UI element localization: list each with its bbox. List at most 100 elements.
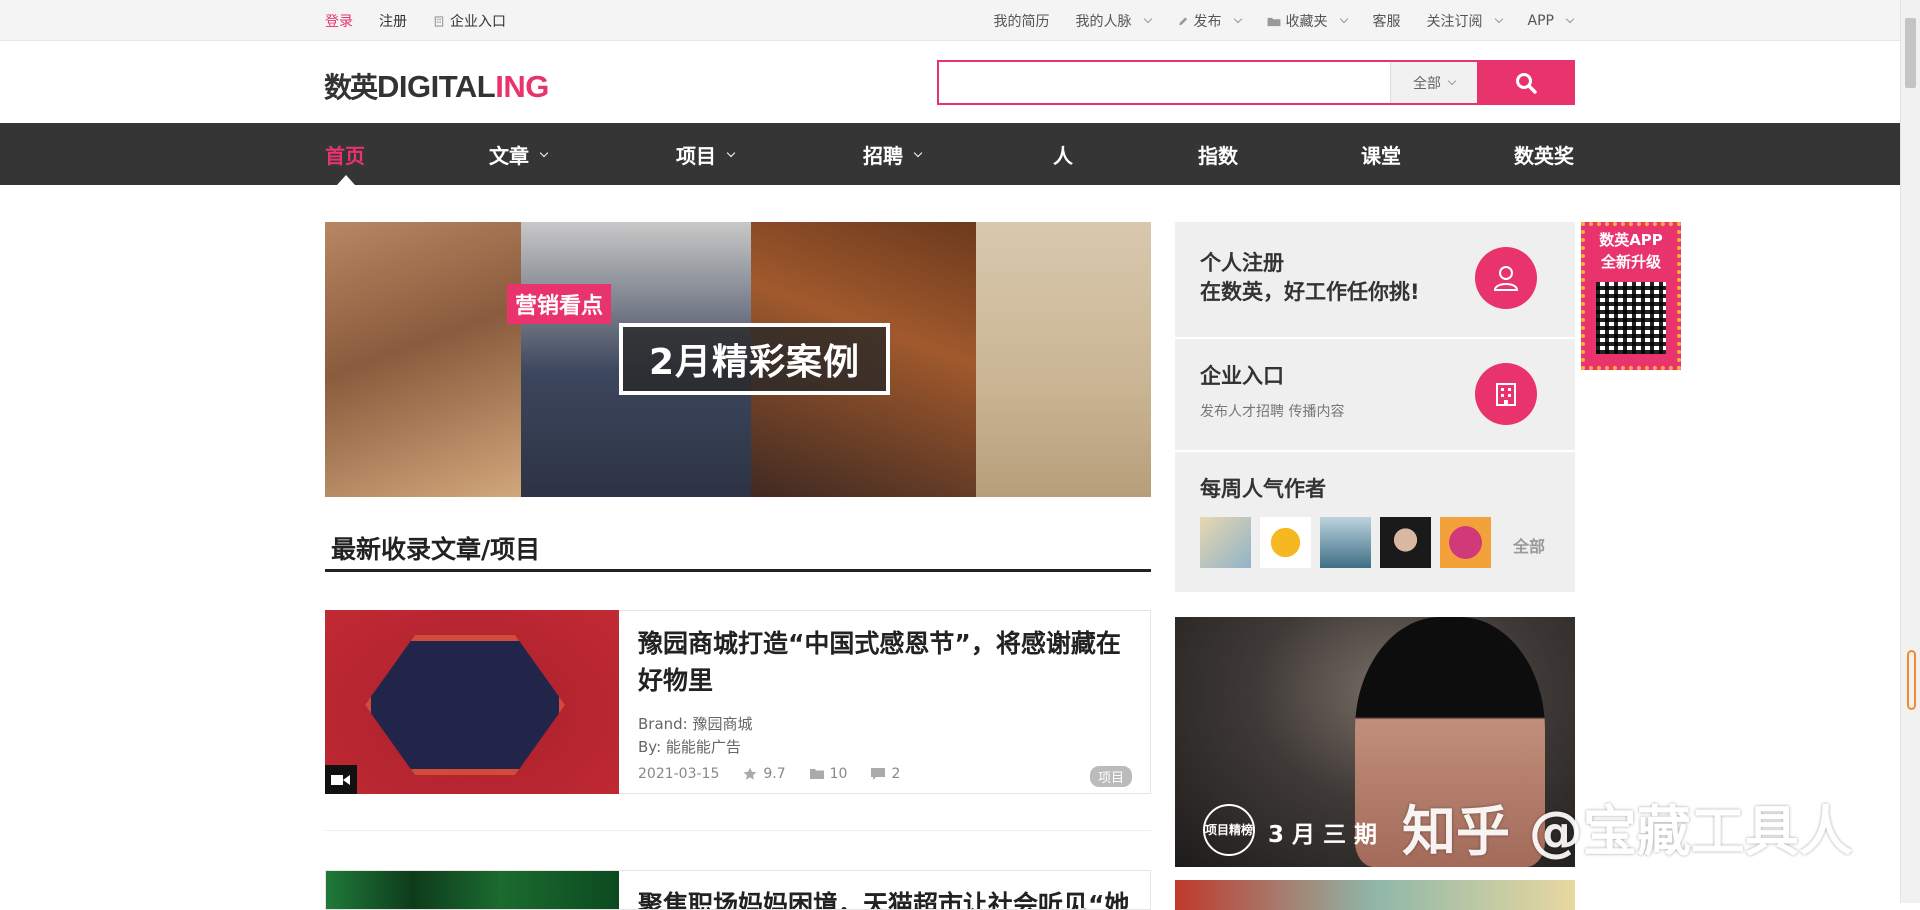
popular-authors-title: 每周人气作者 xyxy=(1200,477,1326,501)
video-icon xyxy=(325,765,357,794)
scrollbar-thumb[interactable] xyxy=(1905,18,1916,88)
building-icon xyxy=(1475,363,1537,425)
favorites-menu[interactable]: 收藏夹 xyxy=(1267,11,1348,31)
article-thumbnail[interactable] xyxy=(326,871,619,909)
article-card[interactable]: 豫园商城打造“中国式感恩节”，将感谢藏在好物里 Brand: 豫园商城 By: … xyxy=(325,610,1151,794)
subscribe-menu[interactable]: 关注订阅 xyxy=(1427,11,1503,31)
active-nav-pointer xyxy=(337,175,355,185)
personal-register-subtitle: 在数英，好工作任你挑! xyxy=(1200,280,1420,304)
app-menu[interactable]: APP xyxy=(1527,11,1575,31)
article-title[interactable]: 豫园商城打造“中国式感恩节”，将感谢藏在好物里 xyxy=(638,625,1128,699)
chevron-down-icon xyxy=(1233,14,1242,24)
qr-code xyxy=(1596,282,1666,354)
page-scrollbar[interactable] xyxy=(1900,0,1920,903)
avatar[interactable] xyxy=(1440,517,1491,568)
avatar[interactable] xyxy=(1200,517,1251,568)
chevron-down-icon xyxy=(1565,14,1575,24)
favorites-label: 收藏夹 xyxy=(1285,14,1328,30)
nav-courses[interactable]: 课堂 xyxy=(1361,140,1401,169)
app-qr-widget[interactable]: 数英APP 全新升级 xyxy=(1581,222,1681,370)
article-title[interactable]: 聚焦职场妈妈困境，天猫超市让社会听见“她 xyxy=(638,885,1129,909)
search-bar: 全部 xyxy=(937,60,1575,105)
nav-projects[interactable]: 项目 xyxy=(676,140,736,169)
article-date: 2021-03-15 xyxy=(638,766,720,782)
enterprise-link-label: 企业入口 xyxy=(450,14,506,30)
nav-awards[interactable]: 数英奖 xyxy=(1514,140,1574,169)
article-comments-value: 2 xyxy=(891,766,901,782)
chevron-down-icon xyxy=(1339,14,1348,24)
qr-line-1: 数英APP xyxy=(1599,231,1663,249)
enterprise-entry-box[interactable]: 企业入口 发布人才招聘 传播内容 xyxy=(1175,339,1575,450)
chevron-down-icon xyxy=(1143,14,1152,24)
all-authors-link[interactable]: 全部 xyxy=(1513,533,1545,557)
pencil-icon xyxy=(1178,16,1187,25)
user-icon xyxy=(1475,247,1537,309)
nav-articles-label: 文章 xyxy=(489,144,529,168)
site-logo[interactable]: 数英DIGITALING xyxy=(324,66,549,106)
author-avatars xyxy=(1200,517,1491,568)
nav-jobs-label: 招聘 xyxy=(863,144,903,168)
customer-service-link[interactable]: 客服 xyxy=(1373,11,1401,31)
promo-badge: 项目精榜 xyxy=(1203,804,1255,856)
chevron-down-icon xyxy=(539,148,549,157)
avatar[interactable] xyxy=(1320,517,1371,568)
article-score-value: 9.7 xyxy=(763,766,786,782)
search-scope-label: 全部 xyxy=(1413,75,1441,92)
folder-icon xyxy=(1267,17,1280,26)
nav-articles[interactable]: 文章 xyxy=(489,140,549,169)
personal-register-box[interactable]: 个人注册 在数英，好工作任你挑! xyxy=(1175,222,1575,337)
chevron-down-icon xyxy=(913,148,923,157)
star-icon xyxy=(743,767,757,780)
hero-banner[interactable]: 营销看点 2月精彩案例 xyxy=(325,222,1151,497)
nav-projects-label: 项目 xyxy=(676,144,716,168)
chevron-down-icon xyxy=(1447,76,1457,85)
watermark: 知乎 @宝藏工具人 xyxy=(1402,800,1853,863)
popular-authors-box: 每周人气作者 全部 xyxy=(1175,452,1575,592)
article-thumbnail[interactable] xyxy=(325,610,619,794)
article-brand: Brand: 豫园商城 xyxy=(638,715,753,733)
nav-home[interactable]: 首页 xyxy=(325,140,365,169)
nav-jobs[interactable]: 招聘 xyxy=(863,140,923,169)
thumbnail-graphic xyxy=(365,635,565,775)
enterprise-entry-subtitle: 发布人才招聘 传播内容 xyxy=(1200,404,1345,420)
nav-people[interactable]: 人 xyxy=(1053,140,1073,169)
avatar[interactable] xyxy=(1380,517,1431,568)
my-resume-link[interactable]: 我的简历 xyxy=(994,11,1050,31)
search-scope-select[interactable]: 全部 xyxy=(1390,62,1477,103)
section-heading: 最新收录文章/项目 xyxy=(325,530,1151,572)
site-header: 数英DIGITALING 全部 xyxy=(0,41,1900,123)
banner-title: 2月精彩案例 xyxy=(619,323,890,395)
banner-panel xyxy=(976,222,1151,497)
chevron-down-icon xyxy=(726,148,736,157)
register-link[interactable]: 注册 xyxy=(379,11,407,31)
search-button[interactable] xyxy=(1477,60,1575,105)
logo-en-b: ING xyxy=(495,69,549,104)
article-comments: 2 xyxy=(871,766,900,782)
divider xyxy=(325,830,1151,831)
enterprise-link[interactable]: 企业入口 xyxy=(433,11,506,31)
personal-register-title: 个人注册 xyxy=(1200,251,1284,275)
nav-index[interactable]: 指数 xyxy=(1198,140,1238,169)
my-contacts-label: 我的人脉 xyxy=(1075,14,1132,30)
publish-menu[interactable]: 发布 xyxy=(1177,11,1242,31)
my-contacts-menu[interactable]: 我的人脉 xyxy=(1075,11,1152,31)
search-input[interactable] xyxy=(939,62,1390,103)
section-title: 最新收录文章/项目 xyxy=(331,535,541,564)
folder-icon xyxy=(809,769,824,779)
top-bar: 登录 注册 企业入口 我的简历 我的人脉 发布 收藏夹 客服 关注订阅 APP xyxy=(0,0,1900,41)
article-agency: By: 能能能广告 xyxy=(638,738,741,756)
login-link[interactable]: 登录 xyxy=(325,11,353,31)
publish-label: 发布 xyxy=(1193,14,1222,30)
article-card[interactable]: 聚焦职场妈妈困境，天猫超市让社会听见“她 xyxy=(325,870,1151,910)
qr-line-2: 全新升级 xyxy=(1600,253,1661,271)
article-type-badge: 项目 xyxy=(1089,766,1132,787)
app-label: APP xyxy=(1527,13,1554,29)
avatar[interactable] xyxy=(1260,517,1311,568)
building-icon xyxy=(434,15,444,27)
promo-issue: 3 月 三 期 xyxy=(1268,822,1378,848)
enterprise-entry-title: 企业入口 xyxy=(1200,364,1284,388)
promo-banner[interactable] xyxy=(1175,880,1575,910)
scrollbar-marker xyxy=(1907,650,1916,710)
article-score: 9.7 xyxy=(743,766,786,782)
banner-tag: 营销看点 xyxy=(507,284,612,324)
